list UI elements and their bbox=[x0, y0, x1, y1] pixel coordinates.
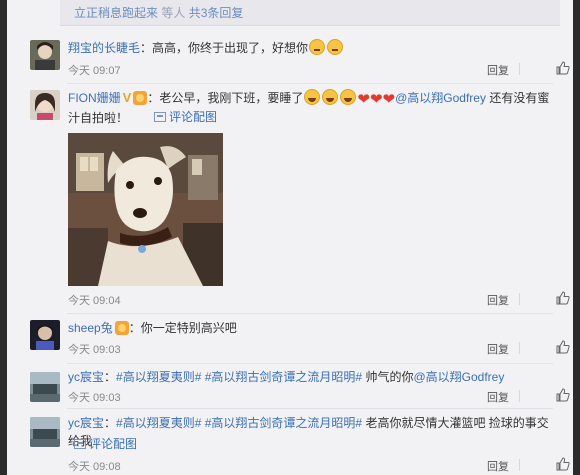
verified-v-icon: V bbox=[122, 90, 132, 105]
topic-link[interactable]: #高以翔夏夷则# bbox=[116, 416, 201, 430]
comment-time: 今天 09:03 bbox=[68, 392, 121, 404]
more-replies-text[interactable]: 立正稍息跑起来 等人 共3条回复 bbox=[74, 4, 243, 21]
comment-username[interactable]: 翔宝的长睫毛 bbox=[68, 41, 140, 55]
laugh-emoji-icon bbox=[304, 89, 321, 105]
comment-meta: 今天 09:03 回复 18 bbox=[68, 388, 570, 405]
reply-button[interactable]: 回复 bbox=[487, 341, 509, 357]
image-icon bbox=[154, 112, 166, 122]
window-edge-left bbox=[0, 0, 7, 475]
replies-count-link[interactable]: 共3条回复 bbox=[189, 6, 244, 20]
comment-time: 今天 09:07 bbox=[68, 65, 121, 77]
topic-link[interactable]: #高以翔古剑奇谭之流月昭明# bbox=[205, 416, 362, 430]
comment-text: 翔宝的长睫毛：高高，你终于出现了，好想你 bbox=[68, 39, 556, 57]
thumbs-up-icon bbox=[556, 388, 570, 402]
member-badge-icon bbox=[114, 321, 129, 335]
reply-button[interactable]: 回复 bbox=[487, 292, 509, 308]
comment-item: yc宸宝：#高以翔夏夷则# #高以翔古剑奇谭之流月昭明# 老高你就尽情大灌篮吧 … bbox=[7, 409, 573, 475]
comment-username[interactable]: yc宸宝 bbox=[68, 370, 104, 384]
avatar[interactable] bbox=[30, 372, 60, 402]
comment-item: FION姗姗 V ：老公早，我刚下班，要睡了 ❤❤❤@高以翔Godfrey 还有没有蜜… bbox=[7, 84, 573, 314]
comment-photo[interactable] bbox=[68, 133, 223, 286]
comment-time: 今天 09:03 bbox=[68, 344, 121, 356]
comment-pic-link-label[interactable]: 评论配图 bbox=[169, 110, 217, 124]
comment-pic-link-label[interactable]: 评论配图 bbox=[89, 437, 137, 451]
laugh-emoji-icon bbox=[322, 89, 339, 105]
avatar[interactable] bbox=[30, 90, 60, 120]
divider bbox=[519, 459, 520, 471]
comment-username[interactable]: yc宸宝 bbox=[68, 416, 104, 430]
comment-meta: 今天 09:08 回复 14 bbox=[68, 457, 570, 474]
avatar[interactable] bbox=[30, 320, 60, 350]
comment-item: 翔宝的长睫毛：高高，你终于出现了，好想你 今天 09:07 回复 20 bbox=[7, 26, 573, 84]
comment-body: 帅气的你 bbox=[365, 370, 414, 384]
reply-button[interactable]: 回复 bbox=[487, 458, 509, 474]
comment-pic-link[interactable]: 评论配图 bbox=[154, 108, 274, 126]
thumbs-up-icon bbox=[556, 291, 570, 305]
comment-time: 今天 09:08 bbox=[68, 461, 121, 473]
topic-link[interactable]: #高以翔夏夷则# bbox=[116, 370, 201, 384]
reply-button[interactable]: 回复 bbox=[487, 62, 509, 78]
comment-pic-link[interactable]: 评论配图 bbox=[74, 435, 194, 453]
heart-icon: ❤ bbox=[382, 91, 396, 108]
comment-username[interactable]: sheep兔 bbox=[68, 321, 113, 335]
mention-link[interactable]: @高以翔Godfrey bbox=[395, 91, 486, 105]
comment-username[interactable]: FION姗姗 bbox=[68, 91, 121, 105]
divider bbox=[519, 342, 520, 354]
comment-panel: 立正稍息跑起来 等人 共3条回复 翔宝的长睫毛：高高，你终于出现了，好想你 今天… bbox=[7, 0, 573, 475]
comment-item: sheep兔 ：你一定特别高兴吧 今天 09:03 回复 22 bbox=[7, 314, 573, 364]
reply-button[interactable]: 回复 bbox=[487, 389, 509, 405]
comment-meta: 今天 09:04 回复 21 bbox=[68, 291, 570, 308]
comment-meta: 今天 09:07 回复 20 bbox=[68, 61, 570, 78]
divider bbox=[519, 390, 520, 402]
thumbs-up-icon bbox=[556, 61, 570, 75]
image-icon bbox=[74, 439, 86, 449]
comment-time: 今天 09:04 bbox=[68, 295, 121, 307]
member-badge-icon bbox=[133, 91, 148, 105]
comment-text: sheep兔 ：你一定特别高兴吧 bbox=[68, 319, 556, 337]
comment-meta: 今天 09:03 回复 22 bbox=[68, 340, 570, 357]
more-replies-box[interactable]: 立正稍息跑起来 等人 共3条回复 bbox=[60, 0, 560, 26]
screen: 立正稍息跑起来 等人 共3条回复 翔宝的长睫毛：高高，你终于出现了，好想你 今天… bbox=[0, 0, 580, 475]
avatar[interactable] bbox=[30, 40, 60, 70]
more-replies-user[interactable]: 立正稍息跑起来 bbox=[74, 6, 158, 20]
emoji-icon bbox=[327, 39, 344, 55]
laugh-emoji-icon bbox=[340, 89, 357, 105]
topic-link[interactable]: #高以翔古剑奇谭之流月昭明# bbox=[205, 370, 362, 384]
heart-icon: ❤ bbox=[357, 91, 370, 108]
divider bbox=[519, 63, 520, 75]
heart-icon: ❤ bbox=[369, 91, 383, 108]
comment-body: ：老公早，我刚下班，要睡了 bbox=[147, 91, 304, 105]
window-edge-right bbox=[573, 0, 580, 475]
thumbs-up-icon bbox=[556, 340, 570, 354]
emoji-icon bbox=[309, 39, 326, 55]
comment-text: FION姗姗 V ：老公早，我刚下班，要睡了 ❤❤❤@高以翔Godfrey 还有没有蜜… bbox=[68, 89, 556, 127]
divider bbox=[519, 293, 520, 305]
comment-body: ：你一定特别高兴吧 bbox=[128, 321, 237, 335]
mention-link[interactable]: @高以翔Godfrey bbox=[413, 370, 504, 384]
avatar[interactable] bbox=[30, 417, 60, 447]
thumbs-up-icon bbox=[556, 457, 570, 471]
comment-text: yc宸宝：#高以翔夏夷则# #高以翔古剑奇谭之流月昭明# 帅气的你@高以翔God… bbox=[68, 370, 505, 384]
more-replies-suffix: 等人 bbox=[161, 6, 186, 20]
comment-item: yc宸宝：#高以翔夏夷则# #高以翔古剑奇谭之流月昭明# 帅气的你@高以翔God… bbox=[7, 364, 573, 409]
comment-body: ：高高，你终于出现了，好想你 bbox=[140, 41, 309, 55]
